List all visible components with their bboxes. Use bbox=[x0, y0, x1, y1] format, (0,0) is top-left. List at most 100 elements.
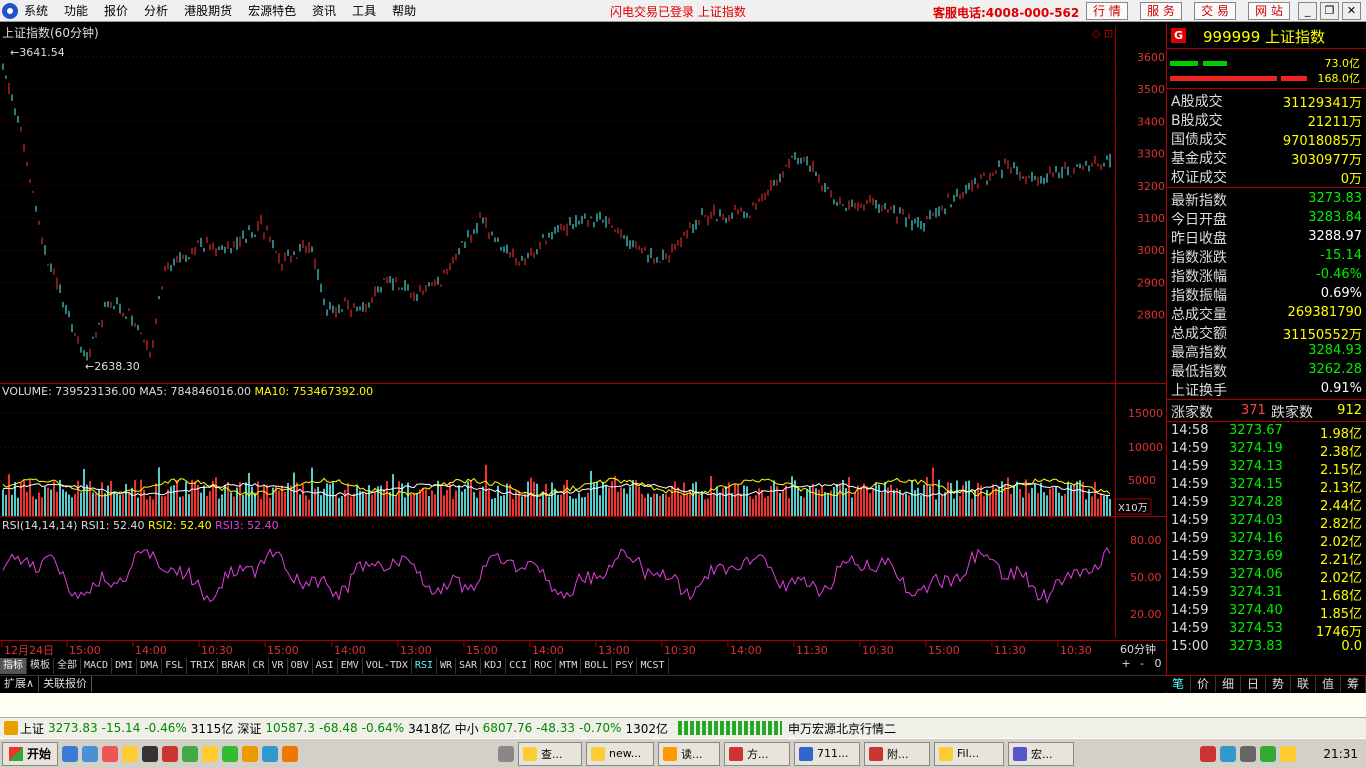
menu-item[interactable]: 功能 bbox=[64, 2, 88, 19]
taskbar-window-2[interactable]: 读... bbox=[658, 741, 721, 766]
app-icon-6[interactable] bbox=[262, 745, 279, 762]
side-tab[interactable]: 笔 bbox=[1166, 676, 1191, 692]
chart-options-icon[interactable]: ◇ ⊡ bbox=[1092, 27, 1113, 40]
app-icon-3[interactable] bbox=[182, 745, 199, 762]
app-icon-5[interactable] bbox=[242, 745, 259, 762]
side-tab[interactable]: 细 bbox=[1216, 676, 1241, 692]
keyboard-icon[interactable] bbox=[498, 745, 515, 762]
volume-bar bbox=[752, 498, 754, 516]
app-icon-1[interactable] bbox=[102, 745, 119, 762]
sell-bar-1 bbox=[1170, 76, 1277, 81]
menu-item[interactable]: 工具 bbox=[352, 2, 376, 19]
taskbar-window-7[interactable]: 宏... bbox=[1008, 741, 1075, 766]
indicator-tab[interactable]: 指标 bbox=[0, 657, 27, 674]
related-quotes-tab[interactable]: 关联报价 bbox=[39, 676, 93, 692]
indicator-tab[interactable]: KDJ bbox=[481, 657, 507, 674]
app-icon-4[interactable] bbox=[202, 745, 219, 762]
window-title: 宏... bbox=[1031, 747, 1053, 761]
menu-item[interactable]: 宏源特色 bbox=[248, 2, 296, 19]
close-button[interactable]: ✕ bbox=[1342, 2, 1361, 20]
side-tab[interactable]: 筹 bbox=[1341, 676, 1366, 692]
side-tab[interactable]: 值 bbox=[1316, 676, 1341, 692]
tick-price: 3274.53 bbox=[1229, 621, 1283, 636]
indicator-tab[interactable]: SAR bbox=[456, 657, 482, 674]
taskbar-window-5[interactable]: 附... bbox=[864, 741, 931, 766]
zoom-in-button[interactable]: + bbox=[1118, 657, 1134, 674]
time-axis-label: 12月24日 bbox=[4, 644, 54, 657]
indicator-tab[interactable]: VR bbox=[269, 657, 288, 674]
tray-icon-2[interactable] bbox=[1220, 746, 1236, 762]
side-tab[interactable]: 联 bbox=[1291, 676, 1316, 692]
tab-service[interactable]: 服 务 bbox=[1140, 2, 1182, 20]
qq-icon[interactable] bbox=[122, 745, 139, 762]
volume-bar bbox=[548, 496, 550, 516]
browser-icon[interactable] bbox=[222, 745, 239, 762]
indicator-tab[interactable]: TRIX bbox=[187, 657, 219, 674]
taskbar-window-1[interactable]: new... bbox=[586, 741, 655, 766]
indicator-tab[interactable]: RSI bbox=[412, 657, 437, 674]
indicator-tab[interactable]: MACD bbox=[81, 657, 113, 674]
tab-trade[interactable]: 交 易 bbox=[1194, 2, 1236, 20]
minimize-button[interactable]: _ bbox=[1298, 2, 1317, 20]
indicator-tab[interactable]: MCST bbox=[637, 657, 669, 674]
side-tab[interactable]: 日 bbox=[1241, 676, 1266, 692]
indicator-tab[interactable]: ROC bbox=[531, 657, 557, 674]
indicator-tab[interactable]: PSY bbox=[612, 657, 638, 674]
indicator-tab[interactable]: BRAR bbox=[218, 657, 250, 674]
indicator-tab[interactable]: CR bbox=[249, 657, 269, 674]
indicator-tab[interactable]: CCI bbox=[506, 657, 532, 674]
indicator-tab[interactable]: EMV bbox=[338, 657, 363, 674]
zoom-reset-button[interactable]: 0 bbox=[1150, 657, 1166, 674]
volume-bar bbox=[386, 480, 388, 516]
volume-bar bbox=[449, 482, 451, 516]
taskbar-window-0[interactable]: 查... bbox=[518, 741, 583, 766]
taskbar-window-4[interactable]: 711... bbox=[794, 741, 861, 766]
ie-icon[interactable] bbox=[62, 745, 79, 762]
volume-bar bbox=[149, 496, 151, 516]
indicator-tab[interactable]: BOLL bbox=[581, 657, 613, 674]
windows-icon bbox=[9, 746, 23, 761]
indicator-tab[interactable]: WR bbox=[437, 657, 457, 674]
tab-website[interactable]: 网 站 bbox=[1248, 2, 1290, 20]
volume-bar bbox=[860, 486, 862, 516]
menu-item[interactable]: 系统 bbox=[24, 2, 48, 19]
start-button[interactable]: 开始 bbox=[2, 741, 59, 766]
menu-item[interactable]: 帮助 bbox=[392, 2, 416, 19]
indicator-tab[interactable]: OBV bbox=[288, 657, 313, 674]
restore-button[interactable]: ❐ bbox=[1320, 2, 1339, 20]
indicator-tab[interactable]: VOL-TDX bbox=[363, 657, 412, 674]
menu-item[interactable]: 港股期货 bbox=[184, 2, 232, 19]
zoom-out-button[interactable]: - bbox=[1134, 657, 1150, 674]
indicator-tab[interactable]: DMI bbox=[112, 657, 138, 674]
volume-bar bbox=[959, 496, 961, 516]
indicator-tab[interactable]: DMA bbox=[137, 657, 163, 674]
search-icon[interactable] bbox=[82, 745, 99, 762]
tray-icon-5[interactable] bbox=[1280, 746, 1296, 762]
tick-time: 14:59 bbox=[1171, 531, 1209, 546]
indicator-tab[interactable]: 全部 bbox=[54, 657, 81, 674]
indicator-tab[interactable]: MTM bbox=[556, 657, 582, 674]
indicator-tab[interactable]: ASI bbox=[313, 657, 338, 674]
taskbar-window-6[interactable]: Fil... bbox=[934, 741, 1005, 766]
menu-item[interactable]: 报价 bbox=[104, 2, 128, 19]
volume-bar bbox=[539, 498, 541, 516]
menu-item[interactable]: 分析 bbox=[144, 2, 168, 19]
taskbar-window-3[interactable]: 方... bbox=[724, 741, 791, 766]
window-title: 方... bbox=[747, 747, 769, 761]
app-icon-2[interactable] bbox=[162, 745, 179, 762]
app-icon-7[interactable] bbox=[282, 745, 299, 762]
chart-area[interactable]: 上证指数(60分钟) ◇ ⊡ ←3641.54 ←2638.30 VOLUME:… bbox=[0, 23, 1166, 660]
side-tab[interactable]: 势 bbox=[1266, 676, 1291, 692]
tab-market[interactable]: 行 情 bbox=[1086, 2, 1128, 20]
menu-item[interactable]: 资讯 bbox=[312, 2, 336, 19]
indicator-tab[interactable]: FSL bbox=[162, 657, 188, 674]
media-icon[interactable] bbox=[142, 745, 159, 762]
tick-time: 14:59 bbox=[1171, 459, 1209, 474]
expand-tab[interactable]: 扩展∧ bbox=[0, 676, 40, 692]
tray-icon-4[interactable] bbox=[1260, 746, 1276, 762]
volume-bar bbox=[44, 486, 46, 516]
tray-icon-1[interactable] bbox=[1200, 746, 1216, 762]
side-tab[interactable]: 价 bbox=[1191, 676, 1216, 692]
tray-icon-3[interactable] bbox=[1240, 746, 1256, 762]
indicator-tab[interactable]: 模板 bbox=[27, 657, 54, 674]
